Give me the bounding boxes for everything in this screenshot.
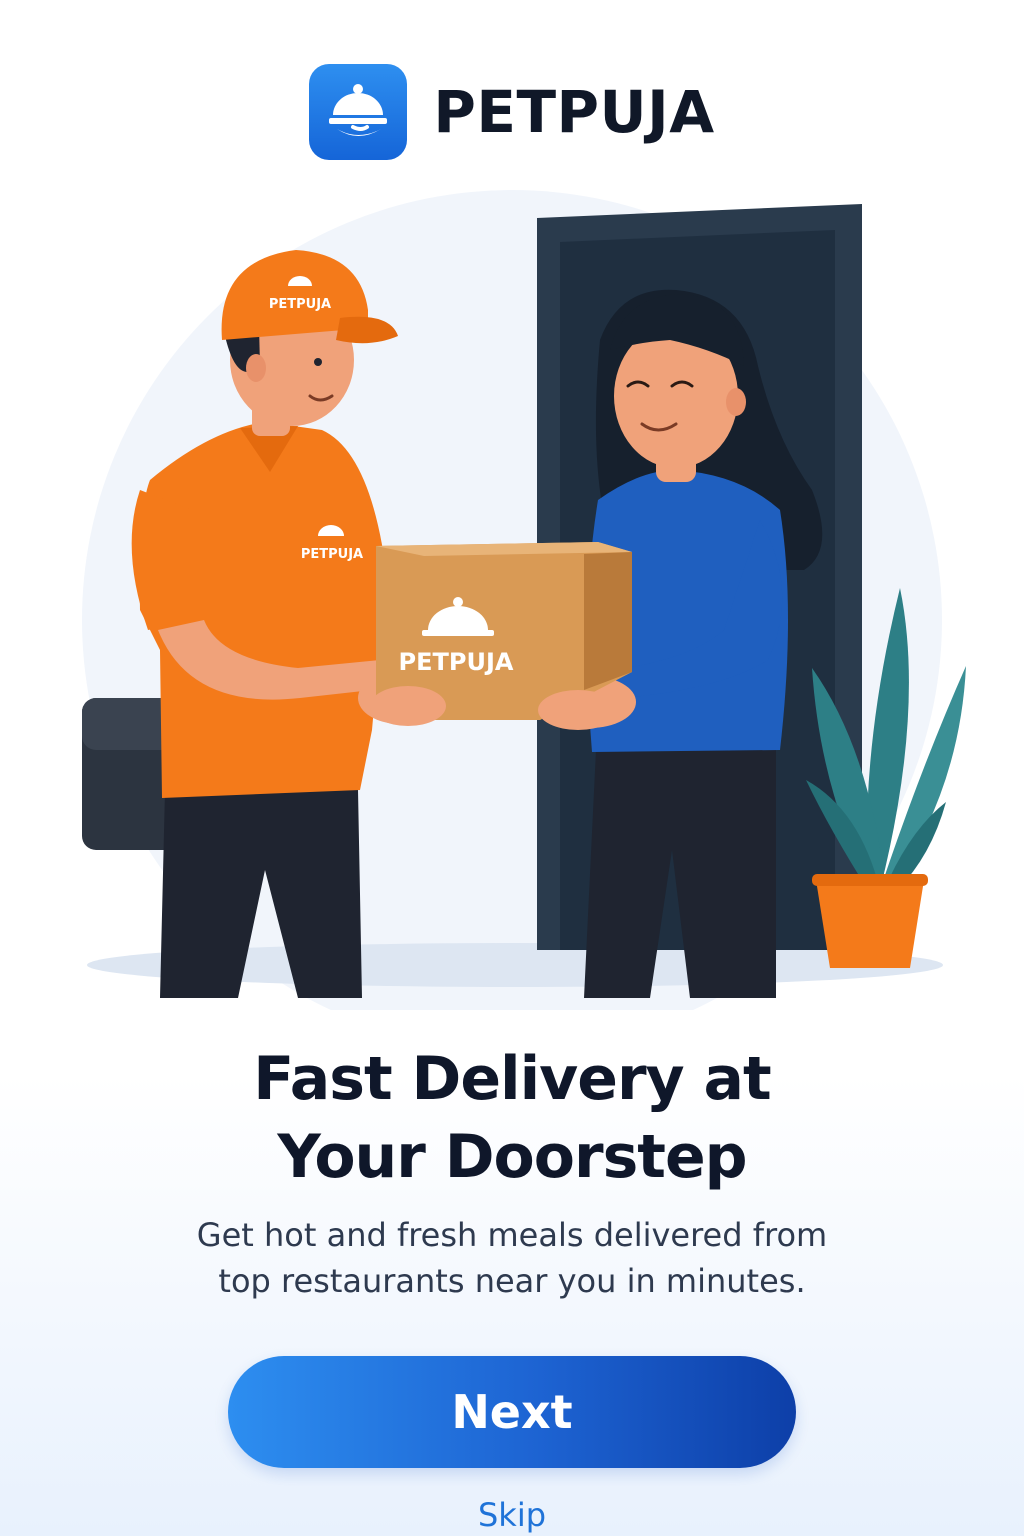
shirt-brand-label: PETPUJA	[301, 547, 363, 562]
app-logo	[309, 64, 408, 160]
title-line-1: Fast Delivery at	[253, 1044, 771, 1114]
onboarding-title: Fast Delivery at Your Doorstep	[0, 1040, 1024, 1196]
onboarding-subtitle: Get hot and fresh meals delivered from t…	[0, 1212, 1024, 1304]
cap-brand-label: PETPUJA	[269, 297, 331, 312]
box-brand-label: PETPUJA	[399, 648, 514, 676]
cloche-icon	[329, 84, 388, 136]
subtitle-line-1: Get hot and fresh meals delivered from	[196, 1216, 828, 1254]
next-button[interactable]: Next	[228, 1356, 796, 1468]
brand-name: PETPUJA	[433, 78, 715, 146]
subtitle-line-2: top restaurants near you in minutes.	[218, 1262, 806, 1300]
title-line-2: Your Doorstep	[277, 1122, 747, 1192]
skip-link[interactable]: Skip	[0, 1496, 1024, 1534]
delivery-illustration: PETPUJA PETPUJA PETPUJA	[82, 190, 966, 1010]
app-header: PETPUJA	[0, 62, 1024, 162]
